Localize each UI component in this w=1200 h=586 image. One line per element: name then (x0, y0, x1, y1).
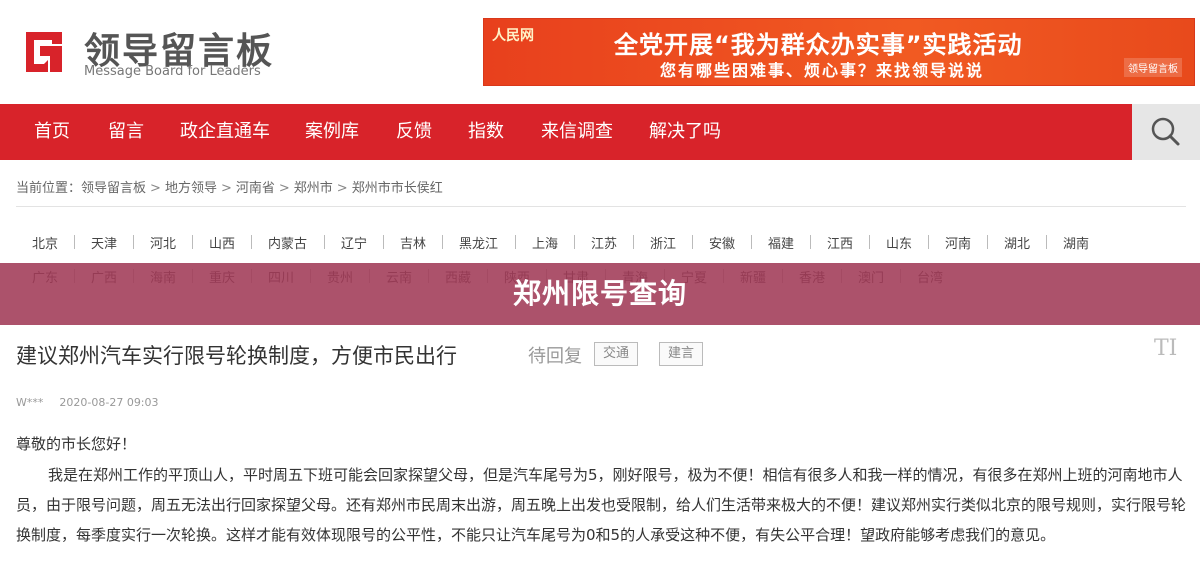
region-separator (442, 235, 443, 249)
region-separator (574, 235, 575, 249)
region-separator (515, 235, 516, 249)
nav-item-survey[interactable]: 来信调查 (541, 104, 613, 160)
region-separator (192, 235, 193, 249)
message-title: 建议郑州汽车实行限号轮换制度，方便市民出行 (16, 344, 457, 368)
region-link[interactable]: 河南 (945, 233, 971, 252)
message-body: 我是在郑州工作的平顶山人，平时周五下班可能会回家探望父母，但是汽车尾号为5，刚好… (16, 466, 1187, 544)
region-separator (692, 235, 693, 249)
region-link[interactable]: 辽宁 (341, 233, 367, 252)
breadcrumb-item[interactable]: 河南省 (236, 181, 275, 196)
site-logo[interactable]: 领导留言板 Message Board for Leaders (18, 22, 278, 82)
region-separator (74, 235, 75, 249)
region-link[interactable]: 山东 (886, 233, 912, 252)
region-separator (1046, 235, 1047, 249)
region-separator (633, 235, 634, 249)
logo-subtitle: Message Board for Leaders (84, 64, 261, 79)
banner-badge: 领导留言板 (1124, 58, 1182, 77)
region-link[interactable]: 内蒙古 (268, 233, 307, 252)
breadcrumb: 当前位置：领导留言板 > 地方领导 > 河南省 > 郑州市 > 郑州市市长侯红 (16, 177, 443, 196)
corner-mark: TI (1154, 336, 1178, 361)
region-link[interactable]: 上海 (532, 233, 558, 252)
region-separator (251, 235, 252, 249)
region-separator (133, 235, 134, 249)
breadcrumb-label: 当前位置： (16, 181, 82, 196)
breadcrumb-divider (16, 206, 1186, 207)
breadcrumb-item[interactable]: 郑州市 (294, 181, 333, 196)
region-link[interactable]: 湖南 (1063, 233, 1089, 252)
region-link[interactable]: 湖北 (1004, 233, 1030, 252)
breadcrumb-separator: > (336, 181, 348, 196)
message-meta: W*** 2020-08-27 09:03 (16, 396, 175, 409)
region-link[interactable]: 吉林 (400, 233, 426, 252)
site-header: 领导留言板 Message Board for Leaders 人民网 全党开展… (0, 0, 1200, 104)
banner-brand: 人民网 (492, 28, 534, 44)
region-separator (324, 235, 325, 249)
breadcrumb-separator: > (278, 181, 290, 196)
region-separator (987, 235, 988, 249)
overlay-title-band: 郑州限号查询 (0, 263, 1200, 325)
region-link[interactable]: 天津 (91, 233, 117, 252)
nav-item-enterprise[interactable]: 政企直通车 (180, 104, 270, 160)
region-link[interactable]: 山西 (209, 233, 235, 252)
breadcrumb-separator: > (220, 181, 232, 196)
region-link[interactable]: 江苏 (591, 233, 617, 252)
main-nav: 首页 留言 政企直通车 案例库 反馈 指数 来信调查 解决了吗 (0, 104, 1200, 160)
nav-item-resolved[interactable]: 解决了吗 (649, 104, 721, 160)
region-link[interactable]: 黑龙江 (459, 233, 498, 252)
nav-item-home[interactable]: 首页 (34, 104, 70, 160)
region-list-row-1: 北京 天津 河北 山西 内蒙古 辽宁 吉林 黑龙江 上海 江苏 浙江 安徽 福建 江西 山东 河南 湖北 湖南 (16, 233, 1186, 253)
nav-item-index[interactable]: 指数 (468, 104, 504, 160)
breadcrumb-item[interactable]: 领导留言板 (81, 181, 146, 196)
status-badge: 待回复 (528, 346, 582, 367)
region-separator (869, 235, 870, 249)
region-link[interactable]: 安徽 (709, 233, 735, 252)
banner-headline: 全党开展“我为群众办实事”实践活动 (614, 31, 1023, 59)
search-icon (1151, 117, 1180, 146)
post-date: 2020-08-27 09:03 (59, 396, 159, 409)
banner-subheadline: 您有哪些困难事、烦心事？来找领导说说 (660, 61, 985, 80)
search-button[interactable] (1132, 104, 1200, 160)
campaign-banner[interactable]: 人民网 全党开展“我为群众办实事”实践活动 您有哪些困难事、烦心事？来找领导说说… (483, 18, 1195, 86)
nav-item-cases[interactable]: 案例库 (305, 104, 359, 160)
region-link[interactable]: 河北 (150, 233, 176, 252)
breadcrumb-item[interactable]: 地方领导 (165, 181, 217, 196)
region-separator (928, 235, 929, 249)
region-link[interactable]: 北京 (32, 233, 58, 252)
nav-item-feedback[interactable]: 反馈 (396, 104, 432, 160)
region-link[interactable]: 福建 (768, 233, 794, 252)
author-name: W*** (16, 396, 44, 409)
nav-item-messages[interactable]: 留言 (108, 104, 144, 160)
region-link[interactable]: 浙江 (650, 233, 676, 252)
region-link[interactable]: 江西 (827, 233, 853, 252)
message-salutation: 尊敬的市长您好！ (16, 435, 137, 453)
tag-suggestion[interactable]: 建言 (659, 342, 704, 366)
region-separator (810, 235, 811, 249)
tag-traffic[interactable]: 交通 (594, 342, 639, 366)
overlay-title: 郑州限号查询 (512, 277, 687, 310)
region-separator (751, 235, 752, 249)
breadcrumb-separator: > (150, 181, 161, 196)
region-separator (383, 235, 384, 249)
breadcrumb-item[interactable]: 郑州市市长侯红 (352, 181, 443, 196)
logo-mark-icon (26, 32, 62, 72)
